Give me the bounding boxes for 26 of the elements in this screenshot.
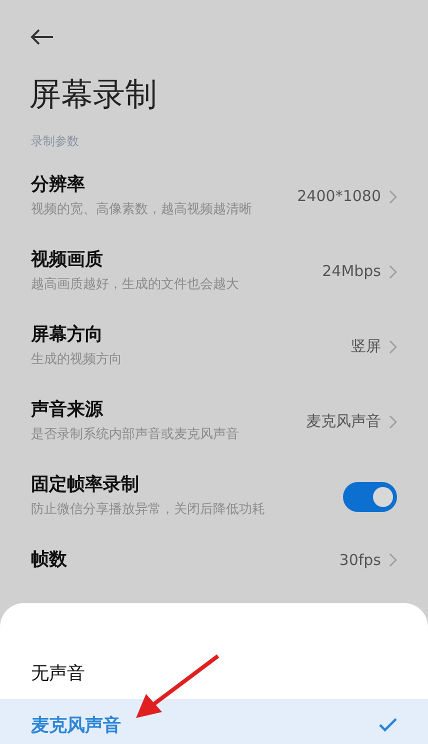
setting-title: 固定帧率录制 xyxy=(31,473,140,497)
section-label: 录制参数 xyxy=(30,133,80,150)
setting-title: 帧数 xyxy=(31,548,68,572)
setting-title: 屏幕方向 xyxy=(31,323,104,347)
setting-title: 分辨率 xyxy=(31,173,86,197)
back-arrow-icon[interactable] xyxy=(30,28,54,46)
chevron-icon xyxy=(389,264,397,278)
setting-description: 是否录制系统内部声音或麦克风声音 xyxy=(31,426,240,444)
setting-value: 2400*1080 xyxy=(297,186,381,208)
check-icon xyxy=(379,718,397,732)
setting-description: 视频的宽、高像素数，越高视频越清晰 xyxy=(31,201,253,219)
setting-value: 30fps xyxy=(339,550,381,571)
page-title: 屏幕录制 xyxy=(28,74,158,114)
setting-value: 24Mbps xyxy=(322,261,381,282)
setting-description: 防止微信分享播放异常，关闭后降低功耗 xyxy=(31,501,266,519)
chevron-icon xyxy=(389,553,397,567)
setting-title: 声音来源 xyxy=(31,398,104,422)
setting-title: 视频画质 xyxy=(31,248,104,272)
setting-description: 生成的视频方向 xyxy=(31,351,123,369)
chevron-icon xyxy=(389,340,397,354)
setting-description: 越高画质越好，生成的文件也会越大 xyxy=(31,276,240,294)
setting-value: 竖屏 xyxy=(351,336,381,358)
chevron-icon xyxy=(389,414,397,428)
toggle-switch[interactable] xyxy=(343,482,397,512)
chevron-icon xyxy=(389,190,397,204)
setting-value: 麦克风声音 xyxy=(306,411,381,432)
